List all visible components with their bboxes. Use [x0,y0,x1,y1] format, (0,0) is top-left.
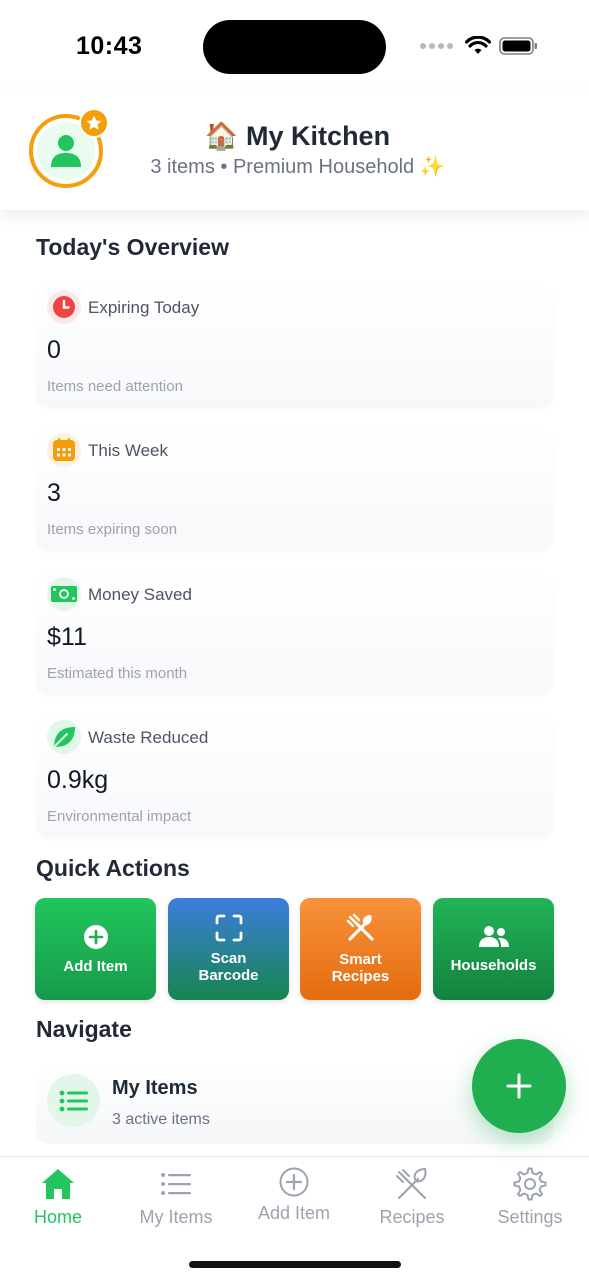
overview-section-title: Today's Overview [36,234,229,260]
wifi-icon [465,36,491,54]
list-icon [47,1074,100,1127]
nav-card-subtitle: 3 active items [112,1111,210,1128]
battery-icon [499,37,537,55]
calendar-icon [47,433,81,467]
stat-label: Money Saved [88,585,192,604]
home-indicator [189,1261,401,1268]
stat-value: 0.9kg [47,766,109,794]
smart-recipes-button[interactable]: Smart Recipes [300,898,421,1000]
floating-add-button[interactable] [472,1039,566,1133]
stat-label: Waste Reduced [88,728,209,747]
people-icon [478,925,509,947]
stat-caption: Environmental impact [47,808,192,825]
stat-card-money-saved[interactable]: Money Saved $11 Estimated this month [36,573,553,695]
tab-label: Settings [497,1207,563,1227]
status-time: 10:43 [76,32,143,60]
scan-barcode-button[interactable]: Scan Barcode [168,898,289,1000]
gear-icon [513,1167,547,1201]
add-item-button[interactable]: Add Item [35,898,156,1000]
tab-label: Home [33,1207,82,1227]
dynamic-island [203,20,386,74]
stat-label: Expiring Today [88,298,200,317]
quick-actions-section-title: Quick Actions [36,855,190,881]
stat-value: $11 [47,623,87,651]
stat-value: 3 [47,479,61,507]
stat-card-expiring-today[interactable]: Expiring Today 0 Items need attention [36,286,553,408]
list-icon [161,1173,191,1195]
stat-card-this-week[interactable]: This Week 3 Items expiring soon [36,429,553,551]
quick-action-label: Add Item [63,957,128,975]
stat-caption: Items need attention [47,378,183,395]
nav-card-title: My Items [112,1077,198,1099]
clock-icon [47,290,81,324]
navigate-section-title: Navigate [36,1016,132,1042]
app-header: 🏠 My Kitchen 3 items • Premium Household… [0,90,589,210]
plus-circle-icon [279,1167,309,1197]
tab-label: My Items [139,1207,213,1227]
status-bar: 10:43 [0,0,589,88]
plus-icon [506,1073,532,1099]
households-button[interactable]: Households [433,898,554,1000]
stat-card-waste-reduced[interactable]: Waste Reduced 0.9kg Environmental impact [36,716,553,838]
tab-home[interactable]: Home [3,1167,113,1228]
page-title: 🏠 My Kitchen [0,120,589,152]
utensils-icon [396,1167,427,1200]
utensils-icon [346,913,374,941]
quick-action-label: Scan Barcode [198,950,259,984]
quick-action-label: Smart Recipes [331,951,390,985]
stat-label: This Week [88,441,168,460]
status-icons [420,36,539,56]
tab-label: Add Item [257,1203,331,1223]
stat-caption: Estimated this month [47,665,188,682]
stat-value: 0 [47,336,61,364]
tab-add-item[interactable]: Add Item [239,1167,349,1224]
quick-action-label: Households [450,956,537,974]
house-emoji: 🏠 [204,121,239,151]
tab-label: Recipes [379,1207,445,1227]
kitchen-title: My Kitchen [246,121,391,151]
home-icon [42,1169,74,1199]
tab-settings[interactable]: Settings [475,1167,585,1228]
money-icon [47,577,81,611]
kitchen-subtitle: 3 items • Premium Household ✨ [150,156,445,178]
leaf-icon [47,720,81,754]
stat-caption: Items expiring soon [47,521,178,538]
tab-my-items[interactable]: My Items [121,1167,231,1228]
plus-circle-icon [83,924,108,949]
signal-icon [420,43,453,49]
scan-icon [215,914,242,942]
tab-recipes[interactable]: Recipes [357,1167,467,1228]
